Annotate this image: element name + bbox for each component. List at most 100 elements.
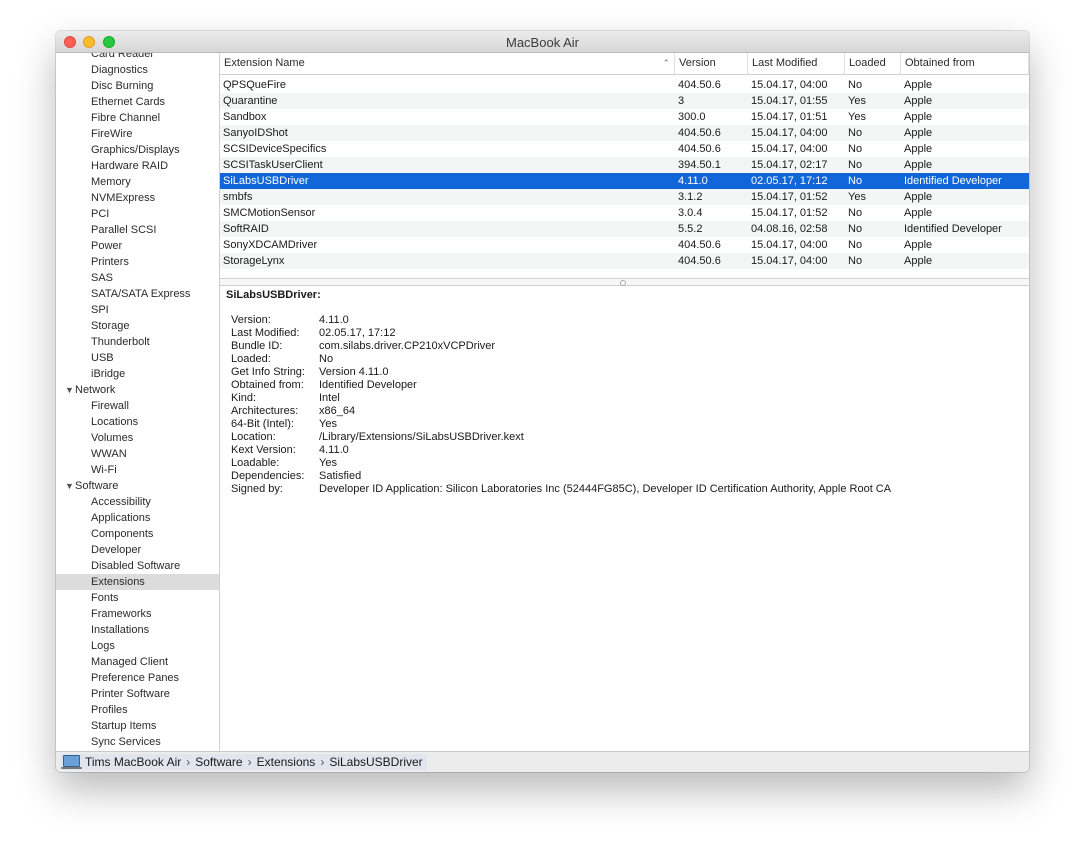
table-cell: No [848,127,863,139]
detail-value: com.silabs.driver.CP210xVCPDriver [319,340,496,352]
sidebar-item-wwan[interactable]: WWAN [56,446,219,462]
sidebar-item-developer[interactable]: Developer [56,542,219,558]
detail-value: 02.05.17, 17:12 [319,327,396,339]
sidebar-item-managed-client[interactable]: Managed Client [56,654,219,670]
table-row[interactable]: SanyoIDShot 404.50.6 15.04.17, 04:00 No Appl… [220,125,1029,141]
sidebar-item-pci[interactable]: PCI [56,206,219,222]
table-row[interactable]: QPSQueFire 404.50.6 15.04.17, 04:00 No Apple [220,77,1029,93]
detail-value: Intel [319,392,340,404]
table-cell: 4.11.0 [678,175,708,187]
sidebar-item-parallel-scsi[interactable]: Parallel SCSI [56,222,219,238]
sidebar-item-firewall[interactable]: Firewall [56,398,219,414]
sidebar-item-sata-sata-express[interactable]: SATA/SATA Express [56,286,219,302]
split-view-divider[interactable] [220,278,1029,286]
table-cell: No [848,79,863,91]
sidebar-item-extensions[interactable]: Extensions [56,574,219,590]
sidebar-item-installations[interactable]: Installations [56,622,219,638]
sidebar-item-applications[interactable]: Applications [56,510,219,526]
detail-fields: Version: 4.11.0 Last Modified: 02.05.17, 17… [231,314,891,496]
column-header-extension-name[interactable]: Extension Name ⌃ [220,53,675,74]
table-row[interactable]: SiLabsUSBDriver 4.11.0 02.05.17, 17:12 No Id… [220,173,1029,189]
sidebar-item-wi-fi[interactable]: Wi-Fi [56,462,219,478]
table-row[interactable]: SonyXDCAMDriver 404.50.6 15.04.17, 04:00 No… [220,237,1029,253]
sidebar-item-network[interactable]: ▼Network [56,382,219,398]
sidebar-item-accessibility[interactable]: Accessibility [56,494,219,510]
table-cell: Identified Developer [904,223,1002,235]
table-row[interactable]: SMCMotionSensor 3.0.4 15.04.17, 01:52 No App… [220,205,1029,221]
sidebar-item-profiles[interactable]: Profiles [56,702,219,718]
detail-value: Version 4.11.0 [319,366,389,378]
sidebar-item-diagnostics[interactable]: Diagnostics [56,62,219,78]
extensions-table[interactable]: QPSQueFire 404.50.6 15.04.17, 04:00 No Apple… [220,75,1029,278]
table-cell: 3.1.2 [678,191,703,203]
sidebar-item-startup-items[interactable]: Startup Items [56,718,219,734]
sidebar-item-sync-services[interactable]: Sync Services [56,734,219,750]
sidebar-item-locations[interactable]: Locations [56,414,219,430]
sidebar-item-label: WWAN [91,448,127,460]
sidebar-item-disabled-software[interactable]: Disabled Software [56,558,219,574]
table-cell: Apple [904,239,933,251]
sidebar-item-storage[interactable]: Storage [56,318,219,334]
sidebar-item-label: PCI [91,208,110,220]
table-cell: Apple [904,143,933,155]
sidebar-item-nvmexpress[interactable]: NVMExpress [56,190,219,206]
sidebar-item-software[interactable]: ▼Software [56,478,219,494]
table-row[interactable]: smbfs 3.1.2 15.04.17, 01:52 Yes Apple [220,189,1029,205]
table-row[interactable]: StorageLynx 404.50.6 15.04.17, 04:00 No Appl… [220,253,1029,269]
sidebar-item-spi[interactable]: SPI [56,302,219,318]
column-header-last-modified[interactable]: Last Modified [748,53,845,74]
detail-row: Loadable: Yes [231,457,891,470]
table-cell: Yes [848,111,866,123]
sidebar-item-label: Disabled Software [91,560,181,572]
sidebar-item-logs[interactable]: Logs [56,638,219,654]
sidebar-item-ethernet-cards[interactable]: Ethernet Cards [56,94,219,110]
sidebar-item-memory[interactable]: Memory [56,174,219,190]
sidebar-item-volumes[interactable]: Volumes [56,430,219,446]
table-row[interactable]: SoftRAID 5.5.2 04.08.16, 02:58 No Identified… [220,221,1029,237]
table-cell: 15.04.17, 01:51 [751,111,828,123]
sidebar-item-usb[interactable]: USB [56,350,219,366]
breadcrumb-item[interactable]: Extensions [257,754,316,770]
sidebar-item-label: Fibre Channel [91,112,161,124]
sidebar-item-sas[interactable]: SAS [56,270,219,286]
column-header-version[interactable]: Version [675,53,748,74]
table-cell: Apple [904,111,933,123]
table-row[interactable]: Sandbox 300.0 15.04.17, 01:51 Yes Apple [220,109,1029,125]
sidebar-item-ibridge[interactable]: iBridge [56,366,219,382]
breadcrumb-item[interactable]: SiLabsUSBDriver [329,754,422,770]
sidebar-item-power[interactable]: Power [56,238,219,254]
sidebar-item-fibre-channel[interactable]: Fibre Channel [56,110,219,126]
sidebar-item-graphics-displays[interactable]: Graphics/Displays [56,142,219,158]
sidebar-item-card-reader[interactable]: Card Reader [56,53,219,62]
detail-label: Bundle ID: [231,340,283,352]
sidebar-item-preference-panes[interactable]: Preference Panes [56,670,219,686]
table-row[interactable]: SCSIDeviceSpecifics 404.50.6 15.04.17, 04:… [220,141,1029,157]
table-cell: SCSITaskUserClient [223,159,323,171]
sidebar-item-printer-software[interactable]: Printer Software [56,686,219,702]
disclosure-triangle-icon[interactable]: ▼ [65,478,75,494]
breadcrumb-item[interactable]: Tims MacBook Air [85,754,181,770]
disclosure-triangle-icon[interactable]: ▼ [65,382,75,398]
column-header-loaded[interactable]: Loaded [845,53,901,74]
table-cell: Apple [904,95,933,107]
table-row[interactable]: Quarantine 3 15.04.17, 01:55 Yes Apple [220,93,1029,109]
sidebar-item-components[interactable]: Components [56,526,219,542]
sidebar-item-fonts[interactable]: Fonts [56,590,219,606]
sidebar-item-hardware-raid[interactable]: Hardware RAID [56,158,219,174]
detail-label: Location: [231,431,276,443]
table-cell: 3.0.4 [678,207,703,219]
detail-value: Developer ID Application: Silicon Labora… [319,483,892,495]
sidebar-item-printers[interactable]: Printers [56,254,219,270]
sidebar-item-firewire[interactable]: FireWire [56,126,219,142]
table-row[interactable]: SCSITaskUserClient 394.50.1 15.04.17, 02:1… [220,157,1029,173]
sidebar-item-thunderbolt[interactable]: Thunderbolt [56,334,219,350]
breadcrumb-item[interactable]: Software [195,754,242,770]
sidebar-item-disc-burning[interactable]: Disc Burning [56,78,219,94]
detail-row: Dependencies: Satisfied [231,470,891,483]
sidebar[interactable]: Card Reader Diagnostics Disc Burning Ethern… [56,53,220,751]
sidebar-item-frameworks[interactable]: Frameworks [56,606,219,622]
table-cell: 5.5.2 [678,223,703,235]
column-header-obtained-from[interactable]: Obtained from [901,53,1029,74]
title-bar[interactable]: MacBook Air [56,31,1029,53]
table-cell: 15.04.17, 04:00 [751,143,828,155]
